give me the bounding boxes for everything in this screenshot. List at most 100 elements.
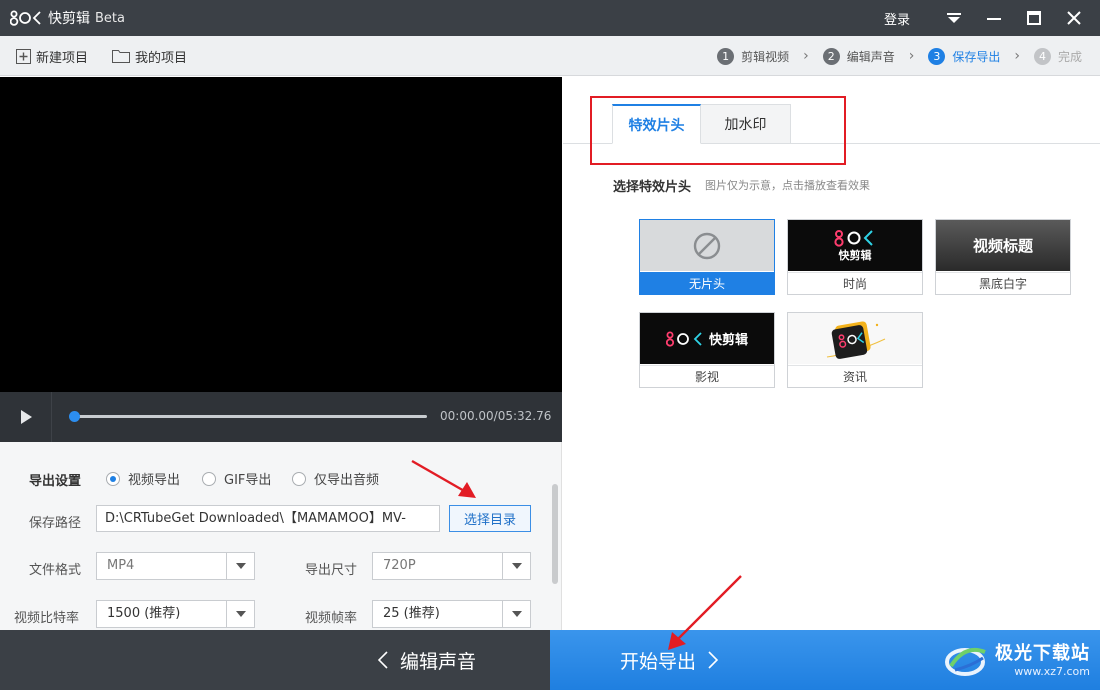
radio-audio-only[interactable]: 仅导出音频 [292,469,379,488]
file-format-label: 文件格式 [29,563,82,578]
progress-track[interactable] [69,411,427,422]
annotation-highlight-box [590,96,846,165]
minimize-icon [987,18,1001,20]
start-export-label: 开始导出 [620,650,697,673]
intro-card-fashion[interactable]: 快剪辑 时尚 [787,219,923,295]
radio-label: GIF导出 [224,473,272,488]
radio-indicator [106,471,120,486]
no-entry-icon [693,232,721,259]
step-finish: 4 完成 [1033,47,1082,65]
intro-card-label: 黑底白字 [936,272,1070,294]
chevron-right-icon: › [803,48,809,64]
close-icon [1067,11,1081,25]
minimize-button[interactable] [974,0,1014,36]
intro-card-film[interactable]: 快剪辑 影视 [639,312,775,388]
intro-section-hint: 图片仅为示意，点击播放查看效果 [705,179,870,192]
maximize-icon [1027,11,1041,25]
intro-card-black-white[interactable]: 视频标题 黑底白字 [935,219,1071,295]
radio-video-export[interactable]: 视频导出 [106,469,180,488]
intro-card-label: 时尚 [788,272,922,294]
step-save-export[interactable]: 3 保存导出 [928,47,1000,65]
intro-card-news[interactable]: 资讯 [787,312,923,388]
export-settings-label: 导出设置 [29,474,82,489]
thumb-text: 视频标题 [972,237,1033,255]
step-label: 完成 [1057,49,1082,64]
export-size-label: 导出尺寸 [305,563,358,578]
select-value: 1500 (推荐) [107,606,181,621]
intro-card-label: 资讯 [788,365,922,387]
menu-dropdown-button[interactable] [934,0,974,36]
intro-card-label: 影视 [640,365,774,387]
choose-directory-button[interactable]: 选择目录 [449,505,531,532]
app-logo: 快剪辑 Beta [10,8,125,28]
title-bar: 快剪辑 Beta 登录 [0,0,1100,36]
fps-select[interactable]: 25 (推荐) [372,600,531,628]
intro-card-label: 无片头 [640,272,774,294]
login-link[interactable]: 登录 [884,9,910,28]
select-value: 720P [383,558,416,573]
my-projects-button[interactable]: 我的项目 [112,36,187,76]
dropdown-arrow-icon [226,553,254,579]
new-project-label: 新建项目 [36,50,89,66]
chevron-right-icon: › [1014,48,1020,64]
select-value: 25 (推荐) [383,606,440,621]
chevron-right-icon: › [908,48,915,64]
player-controls: 00:00.00/05:32.76 [0,392,562,442]
radio-label: 仅导出音频 [314,473,380,488]
folder-icon [112,50,130,63]
export-size-select[interactable]: 720P [372,552,531,580]
bitrate-select[interactable]: 1500 (推荐) [96,600,255,628]
watermark-title: 极光下载站 [995,642,1090,664]
play-button[interactable] [0,392,52,442]
kuaijianji-logo-icon [665,331,702,347]
step-label: 剪辑视频 [741,49,790,64]
play-icon [20,410,32,424]
site-watermark: 极光下载站 www.xz7.com [943,636,1090,680]
news-tilted-logo-icon [826,320,886,359]
intro-thumb: 视频标题 [936,220,1070,271]
step-number: 2 [822,47,840,65]
dropdown-arrow-icon [502,601,530,627]
step-number: 1 [717,47,735,65]
select-value: MP4 [107,558,135,573]
back-to-audio-button[interactable]: 编辑声音 [0,630,550,690]
step-label: 编辑声音 [846,49,895,64]
watermark-url: www.xz7.com [1014,664,1090,678]
file-format-select[interactable]: MP4 [96,552,255,580]
dropdown-arrow-icon [226,601,254,627]
intro-thumb [640,220,774,271]
progress-knob[interactable] [69,411,80,422]
step-edit-audio[interactable]: 2 编辑声音 [822,47,895,65]
save-path-input[interactable]: D:\CRTubeGet Downloaded\【MAMAMOO】MV- [96,505,440,532]
intro-thumb: 快剪辑 [788,220,922,271]
chevron-left-icon [378,651,388,669]
back-label: 编辑声音 [400,650,477,673]
radio-indicator [202,471,216,486]
intro-card-none[interactable]: 无片头 [639,219,775,295]
maximize-button[interactable] [1014,0,1054,36]
new-project-button[interactable]: 新建项目 [16,36,88,76]
video-preview [0,77,562,392]
plus-box-icon [16,48,31,64]
radio-label: 视频导出 [128,473,181,488]
thumb-text: 快剪辑 [838,248,872,262]
playback-time: 00:00.00/05:32.76 [440,409,552,423]
aurora-swirl-logo-icon [945,647,986,676]
fps-label: 视频帧率 [305,611,358,626]
radio-gif-export[interactable]: GIF导出 [202,469,271,488]
settings-scrollbar[interactable] [552,484,558,584]
thumb-text: 快剪辑 [708,333,748,348]
my-projects-label: 我的项目 [135,50,188,66]
step-edit-video[interactable]: 1 剪辑视频 [717,47,790,65]
intro-section-title: 选择特效片头 [613,180,692,195]
menu-dropdown-icon [947,13,961,23]
start-export-button[interactable]: 开始导出 极光下载站 www.xz7.com [550,630,1100,690]
radio-indicator [292,471,306,486]
workflow-steps: 1 剪辑视频 › 2 编辑声音 › 3 保存导出 › 4 完成 [717,36,1082,76]
step-number: 3 [928,47,946,65]
kuaijianji-logo-icon [10,10,41,26]
intro-thumb: 快剪辑 [640,313,774,364]
step-number: 4 [1033,47,1051,65]
close-button[interactable] [1054,0,1094,36]
main-toolbar: 新建项目 我的项目 1 剪辑视频 › 2 编辑声音 › 3 保存导出 › 4 完… [0,36,1100,76]
